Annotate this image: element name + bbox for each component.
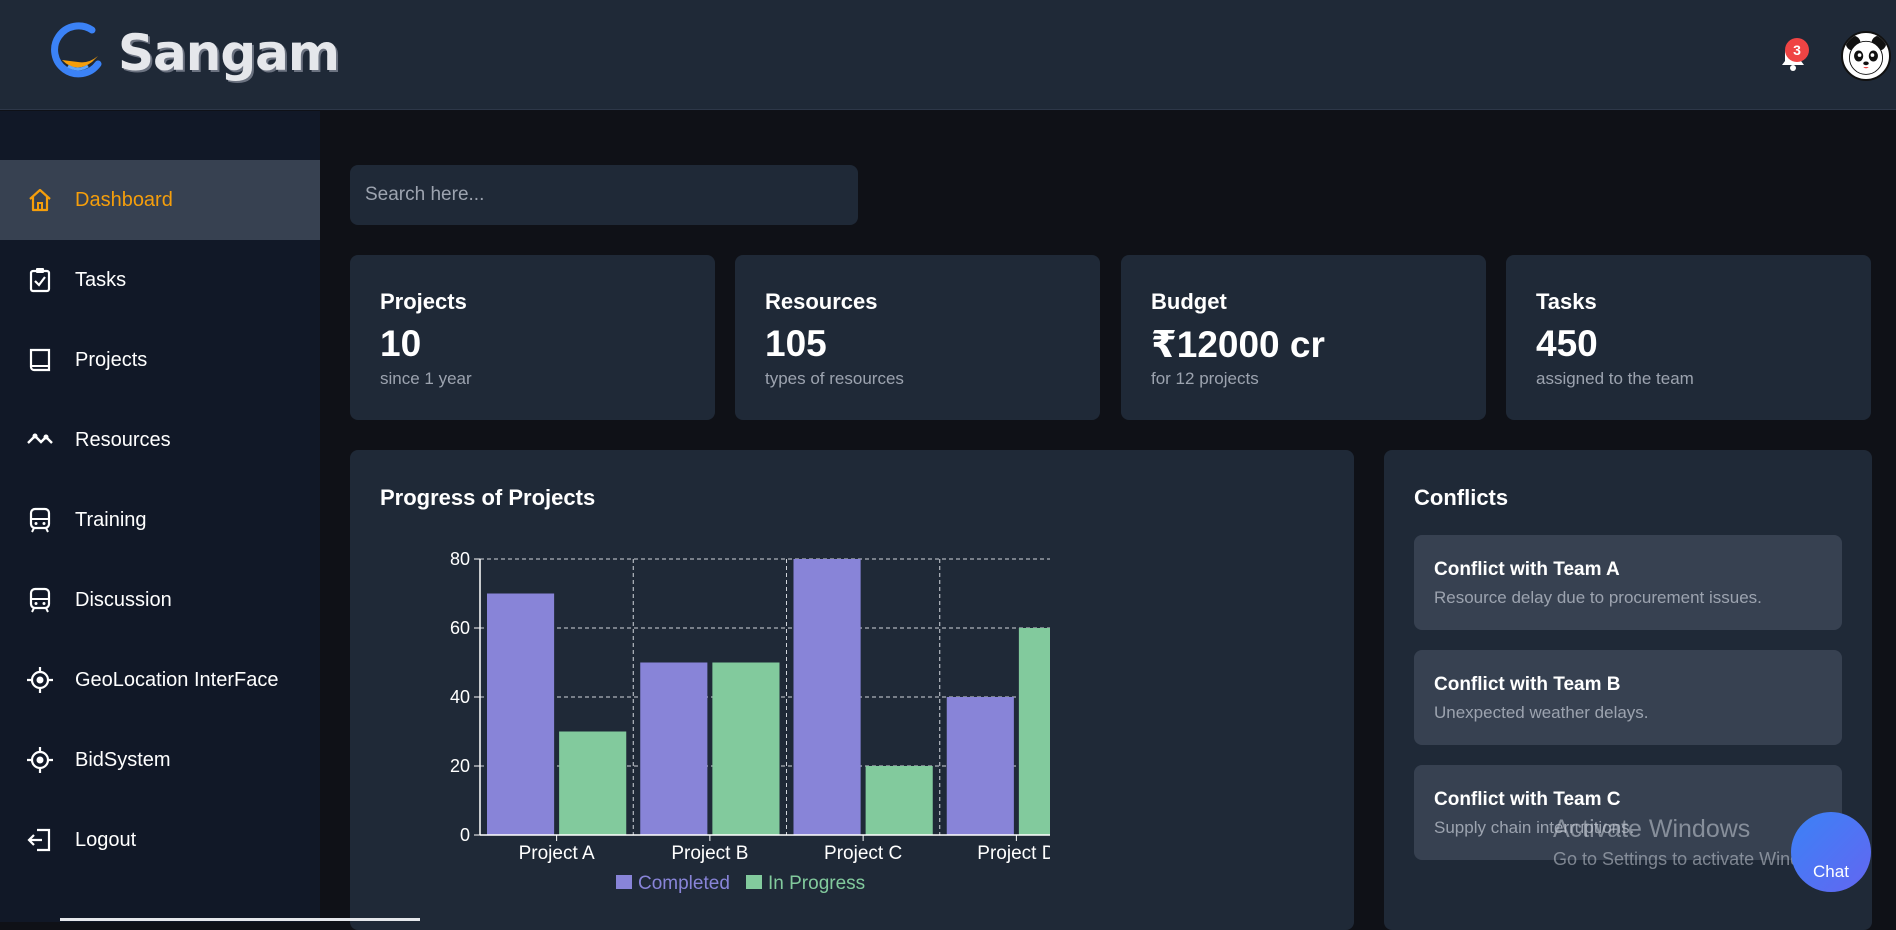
bar-completed	[640, 662, 708, 835]
sidebar-item-label: Projects	[75, 348, 148, 371]
y-tick-label: 40	[450, 687, 470, 707]
progress-chart: 0 20 40 60 80 Project A Project B Project C Proj…	[450, 549, 1050, 894]
bar-completed	[487, 593, 555, 835]
avatar[interactable]	[1841, 31, 1891, 81]
stat-subtitle: for 12 projects	[1151, 369, 1259, 388]
sidebar-item-label: Resources	[75, 428, 171, 451]
stat-value: 450	[1536, 323, 1598, 364]
clipboard-check-icon	[29, 268, 51, 293]
y-tick-label: 0	[460, 825, 470, 845]
activity-icon	[27, 433, 53, 444]
activation-watermark-title: Activate Windows	[1553, 815, 1751, 843]
x-tick-label: Project C	[824, 843, 902, 864]
stat-title: Resources	[765, 289, 878, 314]
conflict-description: Resource delay due to procurement issues…	[1434, 588, 1762, 607]
chat-label: Chat	[1813, 862, 1849, 881]
stat-value: 105	[765, 323, 827, 364]
legend-swatch	[746, 875, 762, 889]
conflict-title: Conflict with Team B	[1434, 674, 1621, 695]
legend-label: In Progress	[768, 873, 865, 894]
progress-panel: Progress of Projects 0 20 40 60 80 Project A P…	[350, 450, 1354, 930]
stat-title: Budget	[1151, 289, 1227, 314]
top-bar: Sangam 3	[0, 0, 1896, 110]
horizontal-scrollbar[interactable]	[60, 918, 420, 921]
legend-label: Completed	[638, 873, 730, 894]
stat-subtitle: types of resources	[765, 369, 904, 388]
sidebar-item-label: Tasks	[75, 268, 127, 291]
conflict-description: Unexpected weather delays.	[1434, 703, 1649, 722]
stat-subtitle: since 1 year	[380, 369, 472, 388]
stat-card-resources: Resources 105 types of resources	[735, 255, 1100, 420]
crosshair-icon	[27, 747, 53, 773]
sidebar-item-projects[interactable]: Projects	[0, 320, 320, 400]
book-icon	[29, 348, 51, 372]
sidebar-item-geolocation[interactable]: GeoLocation InterFace	[0, 640, 320, 720]
sidebar-item-label: Logout	[75, 828, 137, 851]
stat-card-budget: Budget ₹12000 cr for 12 projects	[1121, 255, 1486, 420]
bar-in-progress	[1018, 628, 1050, 835]
sidebar-item-label: Training	[75, 508, 147, 531]
legend-swatch	[616, 875, 632, 889]
logo-icon	[51, 22, 102, 78]
sidebar: Dashboard Tasks Projects Resources Train…	[0, 111, 320, 922]
brand-name: Sangam	[118, 24, 340, 82]
stat-value: ₹12000 cr	[1151, 324, 1325, 365]
logout-icon	[27, 828, 51, 852]
y-tick-label: 60	[450, 618, 470, 638]
x-tick-label: Project D	[977, 843, 1050, 864]
chat-button[interactable]: Chat	[1791, 812, 1871, 892]
panel-title: Progress of Projects	[380, 485, 596, 510]
y-tick-label: 80	[450, 549, 470, 569]
stat-card-projects: Projects 10 since 1 year	[350, 255, 715, 420]
stat-subtitle: assigned to the team	[1536, 369, 1694, 388]
sidebar-item-training[interactable]: Training	[0, 480, 320, 560]
stat-title: Tasks	[1536, 289, 1597, 314]
panel-title: Conflicts	[1414, 485, 1509, 510]
sidebar-item-label: Discussion	[75, 588, 172, 611]
train-icon	[29, 507, 51, 533]
y-tick-label: 20	[450, 756, 470, 776]
bar-completed	[946, 697, 1014, 835]
sidebar-item-logout[interactable]: Logout	[0, 800, 320, 880]
notification-badge: 3	[1785, 38, 1809, 62]
sidebar-item-tasks[interactable]: Tasks	[0, 240, 320, 320]
sidebar-item-label: BidSystem	[75, 748, 171, 771]
conflict-title: Conflict with Team A	[1434, 559, 1620, 580]
x-tick-label: Project A	[519, 843, 595, 864]
sidebar-item-resources[interactable]: Resources	[0, 400, 320, 480]
conflict-title: Conflict with Team C	[1434, 789, 1621, 810]
sidebar-item-dashboard[interactable]: Dashboard	[0, 160, 320, 240]
sidebar-item-label: GeoLocation InterFace	[75, 668, 279, 691]
bar-in-progress	[865, 766, 933, 835]
stat-value: 10	[380, 323, 422, 364]
stat-card-tasks: Tasks 450 assigned to the team	[1506, 255, 1871, 420]
sidebar-item-bidsystem[interactable]: BidSystem	[0, 720, 320, 800]
sidebar-item-label: Dashboard	[75, 188, 173, 211]
crosshair-icon	[27, 667, 53, 693]
stat-title: Projects	[380, 289, 467, 314]
panda-avatar-icon	[1845, 35, 1887, 75]
conflict-card[interactable]: Conflict with Team A Resource delay due …	[1414, 535, 1842, 630]
home-icon	[29, 188, 51, 212]
bar-in-progress	[712, 662, 780, 835]
sidebar-item-discussion[interactable]: Discussion	[0, 560, 320, 640]
x-tick-label: Project B	[671, 843, 748, 864]
conflict-card[interactable]: Conflict with Team C Supply chain interr…	[1414, 765, 1842, 860]
bar-completed	[793, 559, 861, 835]
bar-in-progress	[559, 731, 627, 835]
conflict-card[interactable]: Conflict with Team B Unexpected weather …	[1414, 650, 1842, 745]
search-input[interactable]	[350, 165, 858, 225]
train-icon	[29, 587, 51, 613]
